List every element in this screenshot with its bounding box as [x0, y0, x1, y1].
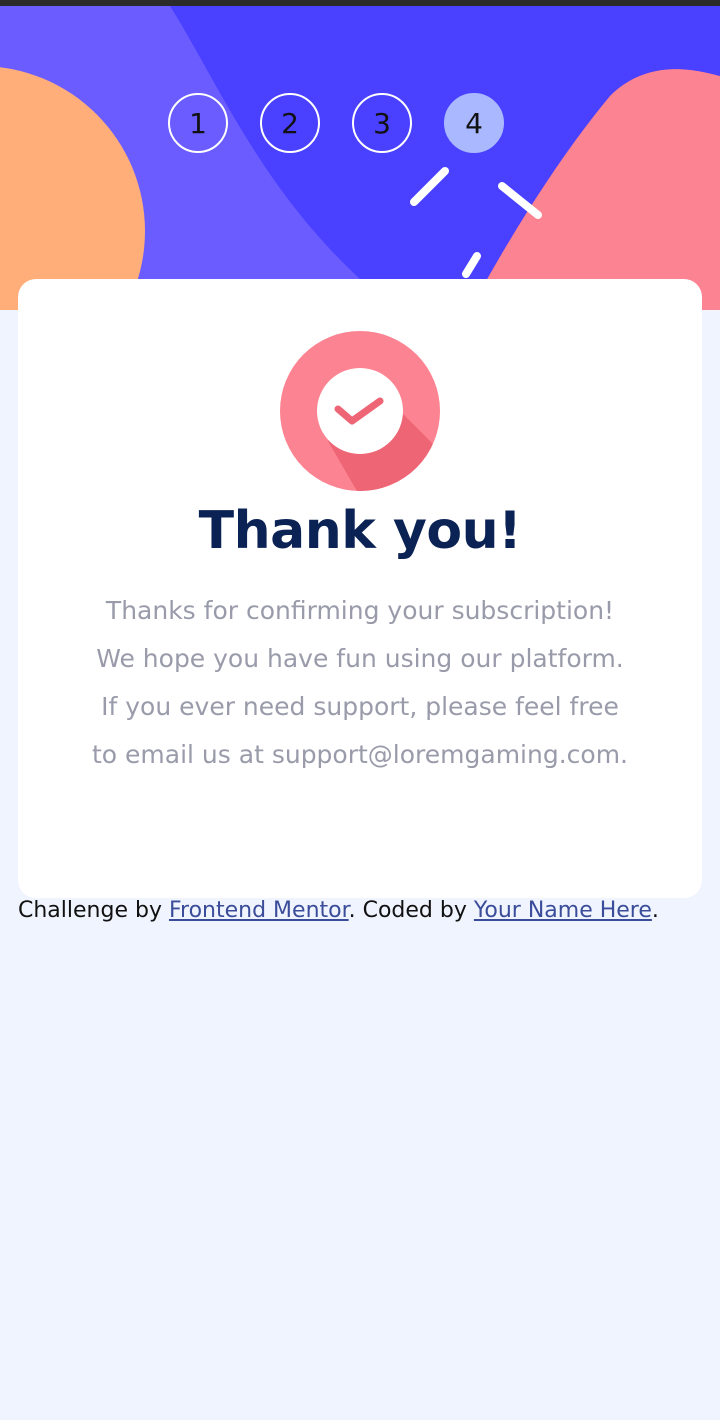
page-title: Thank you! — [198, 501, 522, 561]
attribution-suffix: . — [651, 898, 659, 923]
message-line: If you ever need support, please feel fr… — [101, 692, 619, 721]
check-circle-icon — [280, 331, 440, 491]
attribution-prefix: Challenge by — [18, 898, 169, 923]
author-link[interactable]: Your Name Here — [474, 898, 652, 923]
attribution-footer: Challenge by Frontend Mentor. Coded by Y… — [18, 898, 718, 923]
message-line: to email us at support@loremgaming.com. — [92, 740, 628, 769]
message-line: Thanks for confirming your subscription! — [105, 596, 615, 625]
pink-blob — [470, 69, 720, 310]
confirmation-message: Thanks for confirming your subscription!… — [38, 587, 682, 779]
step-1[interactable]: 1 — [168, 93, 228, 153]
confirmation-card: Thank you! Thanks for confirming your su… — [18, 279, 702, 898]
step-3[interactable]: 3 — [352, 93, 412, 153]
step-4-active[interactable]: 4 — [444, 93, 504, 153]
top-status-bar — [0, 0, 720, 6]
attribution-middle: . Coded by — [348, 898, 474, 923]
hero-banner — [0, 6, 720, 310]
step-2[interactable]: 2 — [260, 93, 320, 153]
message-line: We hope you have fun using our platform. — [96, 644, 624, 673]
frontend-mentor-link[interactable]: Frontend Mentor — [169, 898, 349, 923]
hero-background-shapes — [0, 6, 720, 310]
step-indicator: 1 2 3 4 — [168, 93, 504, 153]
